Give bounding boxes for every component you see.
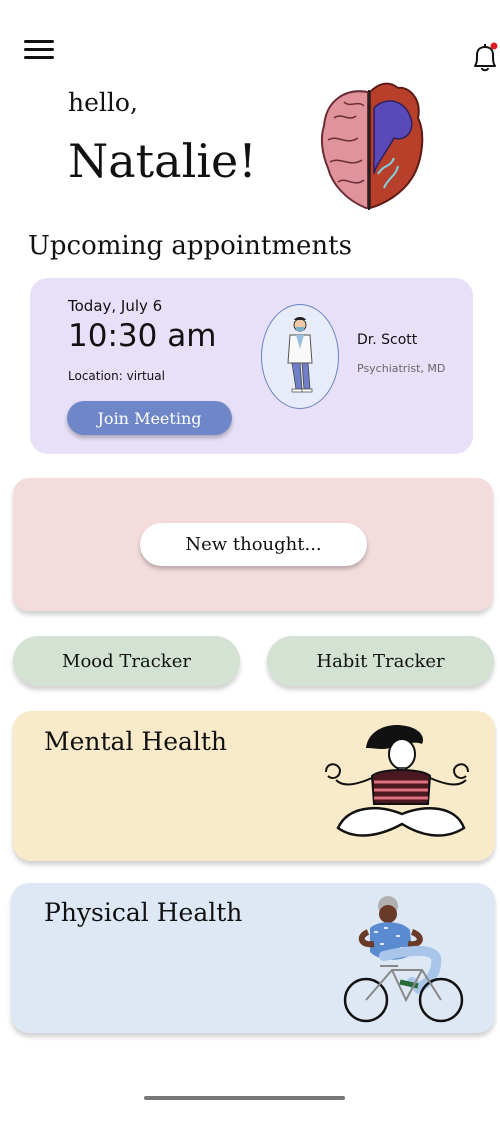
appointment-date: Today, July 6	[68, 297, 163, 315]
new-thought-button[interactable]: New thought...	[140, 523, 367, 566]
notification-dot	[490, 42, 498, 50]
join-meeting-button[interactable]: Join Meeting	[67, 401, 232, 435]
doctor-avatar	[261, 304, 339, 409]
doctor-name: Dr. Scott	[357, 332, 418, 348]
bell-icon[interactable]	[470, 40, 500, 74]
greeting-hello: hello,	[68, 88, 138, 117]
physical-health-title: Physical Health	[44, 898, 243, 927]
appointment-time: 10:30 am	[68, 318, 217, 354]
habit-tracker-button[interactable]: Habit Tracker	[267, 636, 494, 686]
greeting-name: Natalie!	[68, 134, 257, 188]
cycling-illustration	[340, 892, 468, 1024]
meditation-illustration	[318, 718, 478, 846]
mental-health-title: Mental Health	[44, 727, 228, 756]
mood-tracker-button[interactable]: Mood Tracker	[13, 636, 240, 686]
home-indicator[interactable]	[144, 1096, 345, 1100]
appointment-location: Location: virtual	[68, 369, 165, 383]
brain-heart-illustration	[318, 78, 430, 212]
doctor-role: Psychiatrist, MD	[357, 362, 446, 375]
section-title-appointments: Upcoming appointments	[28, 231, 352, 261]
menu-icon[interactable]	[24, 40, 54, 62]
